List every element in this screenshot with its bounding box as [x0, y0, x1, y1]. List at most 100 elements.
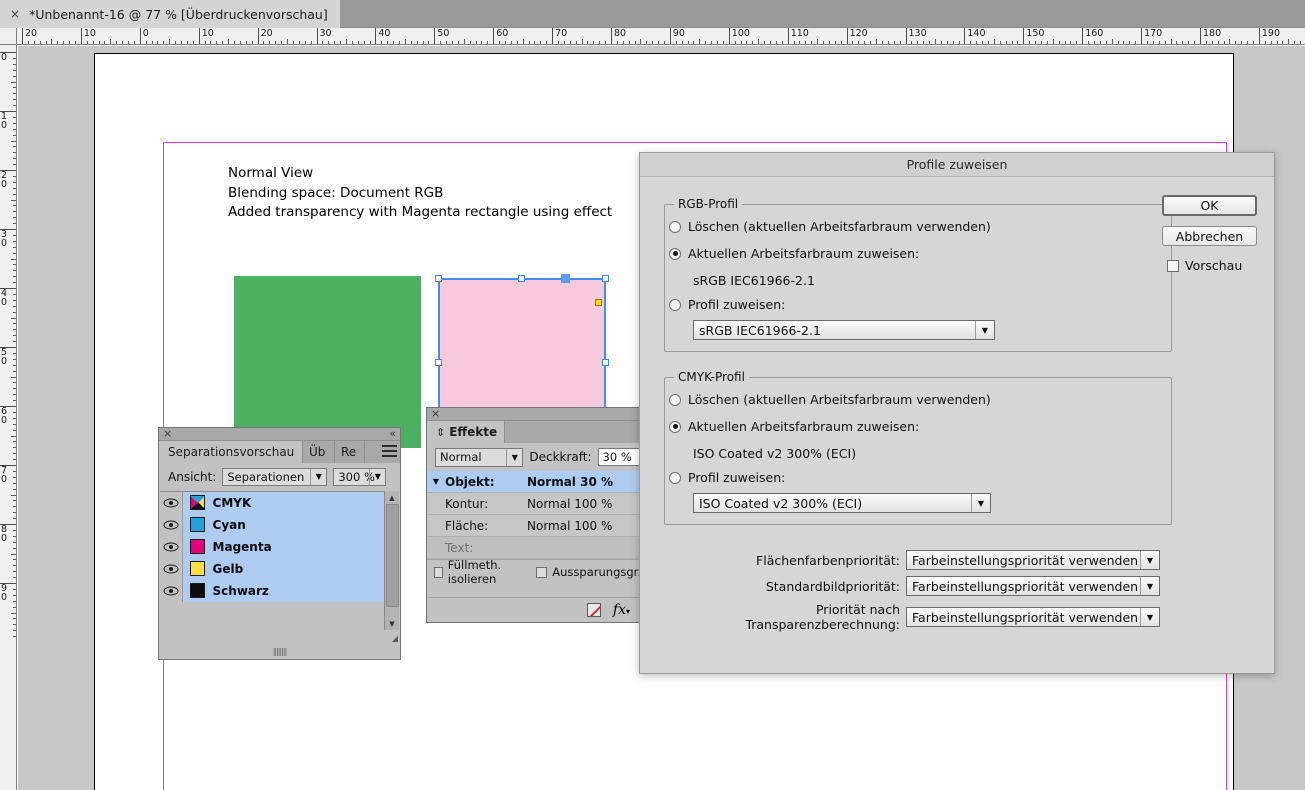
- rgb-option-assign-working[interactable]: Aktuellen Arbeitsfarbraum zuweisen:: [669, 246, 919, 261]
- priority-select[interactable]: Farbeinstellungspriorität verwenden ▼: [906, 576, 1160, 596]
- green-rectangle[interactable]: [234, 276, 421, 448]
- separation-row-body[interactable]: Cyan: [182, 513, 386, 536]
- separation-row-body[interactable]: Schwarz: [182, 579, 386, 602]
- rgb-profile-select[interactable]: sRGB IEC61966-2.1 ▼: [693, 320, 995, 340]
- separation-row[interactable]: Magenta: [160, 535, 386, 558]
- eye-icon[interactable]: [160, 513, 183, 536]
- panel-resize-handle[interactable]: ◢: [392, 634, 398, 643]
- selection-handle-tc[interactable]: [518, 275, 525, 282]
- tab-uberdrucken[interactable]: Üb: [303, 441, 335, 463]
- collapse-icon[interactable]: «: [389, 427, 396, 440]
- close-icon[interactable]: ×: [10, 8, 20, 20]
- chevron-down-icon[interactable]: ▼: [427, 477, 445, 486]
- ruler-major-tick: 180: [1200, 28, 1221, 44]
- document-tab[interactable]: × *Unbenannt-16 @ 77 % [Überdruckenvorsc…: [0, 0, 341, 28]
- effects-target-row[interactable]: Text:: [427, 537, 641, 559]
- selection-handle-anchor[interactable]: [561, 274, 570, 283]
- menu-icon[interactable]: [382, 445, 397, 457]
- chevron-down-icon[interactable]: ▼: [369, 468, 385, 485]
- separation-row-body[interactable]: CMYK: [182, 491, 386, 514]
- radio-icon[interactable]: [669, 298, 681, 311]
- view-mode-select[interactable]: Separationen ▼: [222, 467, 328, 486]
- eye-icon[interactable]: [160, 579, 183, 602]
- scroll-down-icon[interactable]: ▼: [385, 617, 399, 630]
- separations-list[interactable]: CMYK Cyan Magenta Gelb Schwarz: [160, 491, 386, 613]
- document-tab-title: *Unbenannt-16 @ 77 % [Überdruckenvorscha…: [29, 6, 328, 22]
- effects-target-row[interactable]: ▼ Objekt: Normal 30 %: [427, 471, 641, 493]
- selection-handle-mr[interactable]: [602, 359, 609, 366]
- cmyk-option-delete[interactable]: Löschen (aktuellen Arbeitsfarbraum verwe…: [669, 392, 991, 407]
- effects-panel[interactable]: × ⇕ Effekte Normal ▼ Deckkraft: 30 % ▼ Ob…: [426, 407, 642, 623]
- checkbox-icon[interactable]: [536, 566, 548, 578]
- close-icon[interactable]: ×: [163, 427, 172, 440]
- ruler-minor-tick: [1300, 41, 1302, 44]
- ruler-label: 110: [790, 28, 809, 39]
- rgb-option-delete[interactable]: Löschen (aktuellen Arbeitsfarbraum verwe…: [669, 219, 991, 234]
- separations-scrollbar[interactable]: ▲ ▼: [384, 491, 399, 630]
- close-icon[interactable]: ×: [431, 407, 440, 420]
- eye-icon[interactable]: [160, 491, 183, 514]
- priority-select[interactable]: Farbeinstellungspriorität verwenden ▼: [906, 550, 1160, 570]
- selection-handle-tr[interactable]: [602, 275, 609, 282]
- radio-icon[interactable]: [669, 247, 681, 260]
- vertical-ruler[interactable]: 0 10 20 30 40 50 60 70 80 90: [0, 45, 17, 790]
- ruler-minor-tick: [13, 205, 16, 207]
- separation-row[interactable]: Gelb: [160, 557, 386, 580]
- chevron-down-icon[interactable]: ▼: [1140, 577, 1159, 595]
- checkbox-icon[interactable]: [1167, 259, 1179, 272]
- ruler-minor-tick: [534, 41, 536, 44]
- scroll-up-icon[interactable]: ▲: [385, 491, 399, 504]
- chevron-down-icon[interactable]: ▼: [310, 468, 326, 485]
- effects-target-row[interactable]: Fläche: Normal 100 %: [427, 515, 641, 537]
- effects-target-row[interactable]: Kontur: Normal 100 %: [427, 493, 641, 515]
- tab-effekte[interactable]: ⇕ Effekte: [427, 421, 505, 443]
- horizontal-ruler[interactable]: 20 10 0 10 20 30 40 50 60 70 80 90 100 110 120 130 140 15…: [0, 28, 1305, 45]
- chevron-down-icon[interactable]: ▼: [506, 448, 522, 466]
- separations-preview-panel[interactable]: × « Separationsvorschau Üb Re Ansicht: S…: [158, 427, 401, 660]
- tab-separationsvorschau[interactable]: Separationsvorschau: [159, 441, 303, 463]
- checkbox-icon[interactable]: [434, 566, 443, 578]
- ruler-major-tick: 20: [0, 170, 16, 189]
- ok-button[interactable]: OK: [1162, 195, 1257, 216]
- cancel-button[interactable]: Abbrechen: [1162, 226, 1257, 246]
- radio-icon[interactable]: [669, 471, 681, 484]
- ruler-minor-tick: [1164, 41, 1166, 44]
- isolate-blending-checkbox[interactable]: Füllmeth. isolieren: [434, 558, 527, 586]
- radio-icon[interactable]: [669, 393, 681, 406]
- effects-target-list[interactable]: ▼ Objekt: Normal 30 % Kontur: Normal 100 % Fl…: [427, 471, 641, 559]
- separation-row-body[interactable]: Magenta: [182, 535, 386, 558]
- chevron-down-icon[interactable]: ▼: [971, 494, 990, 512]
- scrollbar-thumb[interactable]: [386, 504, 399, 607]
- priority-select[interactable]: Farbeinstellungspriorität verwenden ▼: [906, 607, 1160, 627]
- panel-footer-grip[interactable]: ||||||||: [160, 645, 399, 658]
- ruler-major-tick: 140: [964, 28, 986, 44]
- radio-icon[interactable]: [669, 420, 681, 433]
- cmyk-profile-select[interactable]: ISO Coated v2 300% (ECI) ▼: [693, 493, 991, 513]
- chevron-down-icon[interactable]: ▼: [1140, 551, 1159, 569]
- selection-handle-ml[interactable]: [435, 359, 442, 366]
- cmyk-option-assign-working[interactable]: Aktuellen Arbeitsfarbraum zuweisen:: [669, 419, 919, 434]
- rgb-option-assign-profile[interactable]: Profil zuweisen:: [669, 297, 785, 312]
- eye-icon[interactable]: [160, 557, 183, 580]
- live-corner-widget[interactable]: [595, 299, 602, 306]
- separation-row[interactable]: Cyan: [160, 513, 386, 536]
- ruler-minor-tick: [510, 41, 512, 44]
- ruler-minor-tick: [499, 41, 501, 44]
- zoom-select[interactable]: 300 % ▼: [333, 467, 387, 486]
- knockout-group-checkbox[interactable]: Aussparungsgr.: [536, 565, 641, 579]
- clear-effects-icon[interactable]: [586, 602, 601, 617]
- chevron-down-icon[interactable]: ▼: [1140, 608, 1159, 626]
- fx-icon[interactable]: fx▾: [613, 602, 630, 618]
- opacity-input[interactable]: 30 %: [597, 448, 641, 466]
- separation-row-body[interactable]: Gelb: [182, 557, 386, 580]
- blend-mode-select[interactable]: Normal ▼: [435, 447, 524, 467]
- separation-row[interactable]: Schwarz: [160, 579, 386, 602]
- cmyk-option-assign-profile[interactable]: Profil zuweisen:: [669, 470, 785, 485]
- separation-row[interactable]: CMYK: [160, 491, 386, 514]
- preview-checkbox[interactable]: Vorschau: [1167, 258, 1242, 273]
- chevron-down-icon[interactable]: ▼: [975, 321, 994, 339]
- tab-rec[interactable]: Re: [335, 441, 365, 463]
- eye-icon[interactable]: [160, 535, 183, 558]
- selection-handle-tl[interactable]: [435, 275, 442, 282]
- radio-icon[interactable]: [669, 220, 681, 233]
